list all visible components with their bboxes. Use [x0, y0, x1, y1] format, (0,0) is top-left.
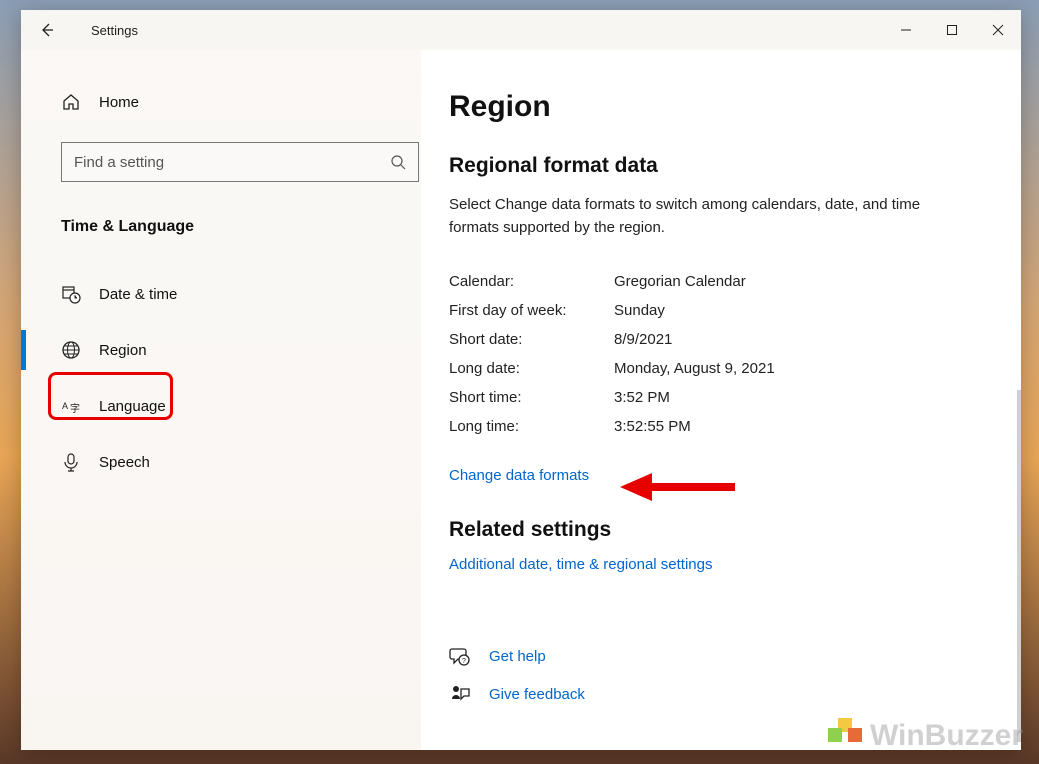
- close-icon: [992, 24, 1004, 36]
- row-value: 3:52 PM: [614, 389, 670, 406]
- home-label: Home: [99, 94, 139, 111]
- svg-text:?: ?: [462, 658, 466, 665]
- svg-text:字: 字: [70, 402, 80, 415]
- row-label: Calendar:: [449, 273, 614, 290]
- back-arrow-icon: [38, 21, 56, 39]
- footer-link-label: Get help: [489, 648, 546, 665]
- back-button[interactable]: [27, 10, 67, 50]
- row-first-day: First day of week: Sunday: [449, 296, 1021, 325]
- row-value: Sunday: [614, 302, 665, 319]
- titlebar-title: Settings: [91, 23, 138, 38]
- microphone-icon: [61, 452, 81, 472]
- footer-link-label: Give feedback: [489, 686, 585, 703]
- home-button[interactable]: Home: [21, 80, 421, 124]
- section-title-related: Related settings: [449, 518, 1021, 542]
- calendar-clock-icon: [61, 284, 81, 304]
- row-value: 3:52:55 PM: [614, 418, 691, 435]
- watermark: WinBuzzer: [828, 718, 1023, 754]
- category-header: Time & Language: [61, 218, 421, 236]
- language-icon: A字: [61, 396, 81, 416]
- row-label: Long date:: [449, 360, 614, 377]
- row-label: Long time:: [449, 418, 614, 435]
- titlebar: Settings: [21, 10, 1021, 50]
- sidebar-item-label: Region: [99, 342, 147, 359]
- help-chat-icon: ?: [449, 645, 471, 667]
- page-title: Region: [449, 90, 1021, 124]
- row-short-date: Short date: 8/9/2021: [449, 325, 1021, 354]
- home-icon: [61, 92, 81, 112]
- svg-text:A: A: [62, 401, 68, 411]
- sidebar-item-label: Date & time: [99, 286, 177, 303]
- get-help-link[interactable]: ? Get help: [449, 645, 1021, 667]
- sidebar-item-language[interactable]: A字 Language: [21, 378, 421, 434]
- scrollbar[interactable]: [1017, 390, 1021, 742]
- footer-links: ? Get help Give feedback: [449, 645, 1021, 705]
- row-long-date: Long date: Monday, August 9, 2021: [449, 354, 1021, 383]
- row-label: Short time:: [449, 389, 614, 406]
- search-icon: [390, 154, 406, 170]
- feedback-icon: [449, 683, 471, 705]
- additional-settings-link[interactable]: Additional date, time & regional setting…: [449, 556, 713, 573]
- row-value: Monday, August 9, 2021: [614, 360, 775, 377]
- window-controls: [883, 10, 1021, 50]
- row-label: Short date:: [449, 331, 614, 348]
- row-value: Gregorian Calendar: [614, 273, 746, 290]
- minimize-button[interactable]: [883, 10, 929, 50]
- row-value: 8/9/2021: [614, 331, 672, 348]
- minimize-icon: [900, 24, 912, 36]
- format-data-table: Calendar: Gregorian Calendar First day o…: [449, 267, 1021, 441]
- sidebar-item-date-time[interactable]: Date & time: [21, 266, 421, 322]
- row-label: First day of week:: [449, 302, 614, 319]
- section-title-format-data: Regional format data: [449, 154, 1021, 178]
- change-data-formats-link[interactable]: Change data formats: [449, 467, 589, 484]
- sidebar-item-label: Speech: [99, 454, 150, 471]
- settings-window: Settings Home Time & Language: [21, 10, 1021, 750]
- maximize-icon: [946, 24, 958, 36]
- give-feedback-link[interactable]: Give feedback: [449, 683, 1021, 705]
- sidebar-item-speech[interactable]: Speech: [21, 434, 421, 490]
- search-input[interactable]: [74, 154, 390, 171]
- sidebar-item-region[interactable]: Region: [21, 322, 421, 378]
- globe-icon: [61, 340, 81, 360]
- sidebar: Home Time & Language Date & time Region …: [21, 50, 421, 750]
- section-description: Select Change data formats to switch amo…: [449, 194, 969, 239]
- watermark-logo-icon: [828, 718, 864, 754]
- close-button[interactable]: [975, 10, 1021, 50]
- content-area: Region Regional format data Select Chang…: [421, 50, 1021, 750]
- sidebar-item-label: Language: [99, 398, 166, 415]
- search-box[interactable]: [61, 142, 419, 182]
- watermark-text: WinBuzzer: [870, 719, 1023, 753]
- row-calendar: Calendar: Gregorian Calendar: [449, 267, 1021, 296]
- row-short-time: Short time: 3:52 PM: [449, 383, 1021, 412]
- body-area: Home Time & Language Date & time Region …: [21, 50, 1021, 750]
- row-long-time: Long time: 3:52:55 PM: [449, 412, 1021, 441]
- maximize-button[interactable]: [929, 10, 975, 50]
